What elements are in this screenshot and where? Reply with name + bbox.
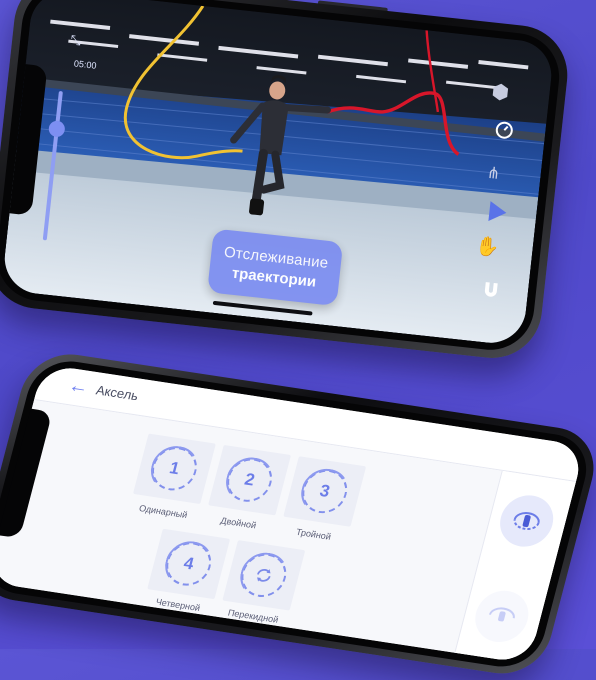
magnet-icon[interactable] <box>477 275 506 304</box>
speedometer-icon[interactable] <box>490 116 519 145</box>
rotation-label: Тройной <box>294 526 333 542</box>
page-title: Аксель <box>94 382 140 404</box>
phone-trajectory: 05:00 ⤡ ⬢ ⋔ ✋ Отслеживание траектории <box>0 0 573 364</box>
skeleton-icon[interactable]: ⋔ <box>479 159 508 188</box>
play-icon[interactable] <box>483 198 512 227</box>
skater-rotation-icon[interactable] <box>494 491 559 551</box>
collapse-icon[interactable]: ⤡ <box>70 32 82 49</box>
rotation-tile-double[interactable]: 2 <box>208 444 292 516</box>
skater-rotation-faded-icon[interactable] <box>469 587 535 646</box>
rotation-3-icon: 3 <box>297 466 353 517</box>
rotation-1-icon: 1 <box>147 444 202 494</box>
rotation-switch-icon <box>236 550 292 601</box>
back-arrow-icon[interactable]: ← <box>66 374 91 399</box>
phone-jumps: ← Аксель 1 Одинарный 2 Двойной 3 Тройной <box>0 348 596 680</box>
phone-jumps-wrapper: ← Аксель 1 Одинарный 2 Двойной 3 Тройной <box>0 348 596 680</box>
jumps-screen: ← Аксель 1 Одинарный 2 Двойной 3 Тройной <box>0 364 586 664</box>
rotation-tile-switch[interactable] <box>222 540 306 611</box>
rotation-tile-single[interactable]: 1 <box>132 433 216 505</box>
arena-screen: 05:00 ⤡ ⬢ ⋔ ✋ Отслеживание траектории <box>1 0 555 347</box>
rotation-4-icon: 4 <box>161 539 216 589</box>
rotation-tile-triple[interactable]: 3 <box>283 456 367 527</box>
cube-icon[interactable]: ⬢ <box>486 77 515 106</box>
hand-icon[interactable]: ✋ <box>473 233 502 262</box>
rotation-2-icon: 2 <box>222 455 277 505</box>
rotation-tile-quad[interactable]: 4 <box>147 528 231 600</box>
